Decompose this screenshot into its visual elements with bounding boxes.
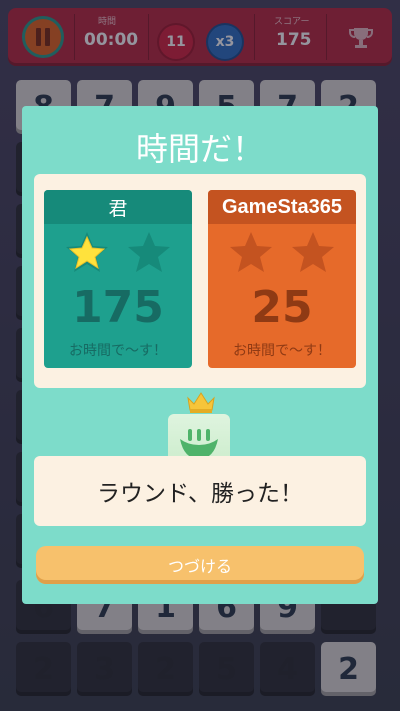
player-card: 君 175 お時間で〜す！ bbox=[44, 190, 192, 368]
star-empty-icon bbox=[292, 232, 334, 272]
continue-button[interactable]: つづける bbox=[36, 546, 364, 584]
modal-title: 時間だ！ bbox=[135, 130, 264, 168]
opponent-message: お時間で〜す！ bbox=[233, 343, 331, 359]
time-up-modal: 時間だ！ 君 175 お時間で〜す！ GameSta365 25 お時間で〜す！… bbox=[22, 106, 378, 604]
opponent-stars bbox=[208, 228, 356, 282]
star-empty-icon bbox=[230, 232, 272, 272]
player-name: 君 bbox=[44, 190, 192, 224]
crown-icon bbox=[187, 392, 215, 413]
round-result: ラウンド、勝った！ bbox=[34, 456, 366, 526]
star-filled-icon bbox=[66, 232, 108, 272]
player-message: お時間で〜す！ bbox=[69, 343, 167, 359]
score-panel: 君 175 お時間で〜す！ GameSta365 25 お時間で〜す！ bbox=[34, 174, 366, 388]
player-stars bbox=[44, 228, 192, 282]
opponent-card: GameSta365 25 お時間で〜す！ bbox=[208, 190, 356, 368]
player-score: 175 bbox=[72, 282, 164, 333]
star-empty-icon bbox=[128, 232, 170, 272]
opponent-name: GameSta365 bbox=[208, 190, 356, 224]
opponent-score: 25 bbox=[251, 282, 313, 333]
